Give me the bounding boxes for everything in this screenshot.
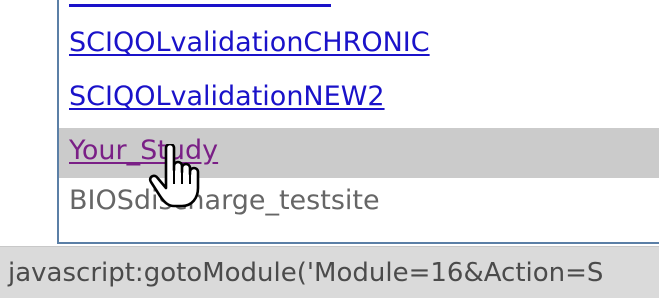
study-link-bios-discharge: BIOSdischarge_testsite (69, 185, 380, 216)
list-item: SCIQOLvalidationCHRONIC (59, 20, 659, 70)
browser-status-bar: javascript:gotoModule('Module=16&Action=… (0, 246, 659, 298)
study-link-sciqol-new2[interactable]: SCIQOLvalidationNEW2 (69, 80, 385, 114)
previous-link-underline[interactable] (69, 4, 331, 7)
status-url: javascript:gotoModule('Module=16&Action=… (8, 258, 604, 288)
list-item: SCIQOLvalidationNEW2 (59, 74, 659, 124)
study-link-sciqol-chronic[interactable]: SCIQOLvalidationCHRONIC (69, 26, 430, 60)
hand-pointer-icon (148, 144, 200, 208)
